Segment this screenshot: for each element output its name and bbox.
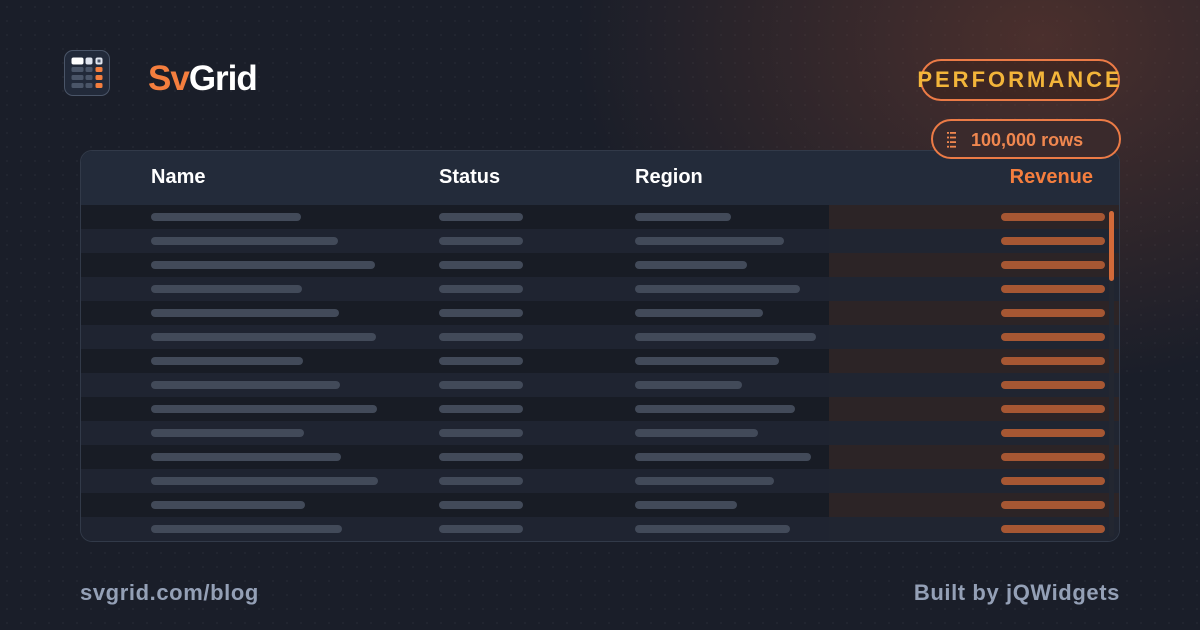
region-placeholder <box>635 237 784 245</box>
revenue-placeholder <box>1001 213 1105 221</box>
data-grid: Name Status Region Revenue <box>80 150 1120 542</box>
table-row[interactable] <box>81 229 1119 253</box>
name-placeholder <box>151 309 339 317</box>
table-row[interactable] <box>81 325 1119 349</box>
region-placeholder <box>635 477 774 485</box>
table-row[interactable] <box>81 445 1119 469</box>
status-placeholder <box>439 357 523 365</box>
table-row[interactable] <box>81 469 1119 493</box>
table-row[interactable] <box>81 397 1119 421</box>
table-row[interactable] <box>81 301 1119 325</box>
status-placeholder <box>439 381 523 389</box>
footer-link[interactable]: svgrid.com/blog <box>80 580 259 606</box>
status-placeholder <box>439 237 523 245</box>
performance-badge: PERFORMANCE <box>917 59 1120 101</box>
table-row[interactable] <box>81 493 1119 517</box>
column-header-region[interactable]: Region <box>635 166 703 189</box>
region-placeholder <box>635 357 779 365</box>
region-placeholder <box>635 525 790 533</box>
region-placeholder <box>635 213 731 221</box>
table-row[interactable] <box>81 517 1119 541</box>
column-header-status[interactable]: Status <box>439 166 500 189</box>
status-placeholder <box>439 429 523 437</box>
status-placeholder <box>439 525 523 533</box>
revenue-placeholder <box>1001 429 1105 437</box>
revenue-placeholder <box>1001 309 1105 317</box>
region-placeholder <box>635 501 737 509</box>
revenue-placeholder <box>1001 333 1105 341</box>
region-placeholder <box>635 261 747 269</box>
region-placeholder <box>635 453 811 461</box>
name-placeholder <box>151 429 304 437</box>
region-placeholder <box>635 405 795 413</box>
region-placeholder <box>635 381 742 389</box>
brand-wordmark: SvGrid <box>148 59 258 99</box>
revenue-placeholder <box>1001 285 1105 293</box>
name-placeholder <box>151 285 302 293</box>
status-placeholder <box>439 261 523 269</box>
name-placeholder <box>151 477 378 485</box>
rows-list-icon <box>947 132 957 153</box>
name-placeholder <box>151 453 341 461</box>
status-placeholder <box>439 309 523 317</box>
region-placeholder <box>635 429 758 437</box>
row-count-label: 100,000 rows <box>971 130 1084 150</box>
name-placeholder <box>151 213 301 221</box>
column-header-revenue[interactable]: Revenue <box>1010 166 1093 189</box>
table-row[interactable] <box>81 253 1119 277</box>
region-placeholder <box>635 309 763 317</box>
status-placeholder <box>439 285 523 293</box>
name-placeholder <box>151 525 342 533</box>
status-placeholder <box>439 333 523 341</box>
row-count-badge: 100,000 rows <box>931 119 1121 159</box>
table-row[interactable] <box>81 373 1119 397</box>
name-placeholder <box>151 357 303 365</box>
revenue-placeholder <box>1001 453 1105 461</box>
table-row[interactable] <box>81 349 1119 373</box>
status-placeholder <box>439 477 523 485</box>
grid-header: Name Status Region Revenue <box>81 151 1119 205</box>
region-placeholder <box>635 285 800 293</box>
status-placeholder <box>439 501 523 509</box>
name-placeholder <box>151 405 377 413</box>
brand-prefix: Sv <box>148 59 190 98</box>
status-placeholder <box>439 213 523 221</box>
status-placeholder <box>439 405 523 413</box>
name-placeholder <box>151 501 305 509</box>
revenue-placeholder <box>1001 501 1105 509</box>
grid-logo-icon <box>64 50 110 96</box>
revenue-placeholder <box>1001 357 1105 365</box>
revenue-placeholder <box>1001 525 1105 533</box>
revenue-placeholder <box>1001 405 1105 413</box>
name-placeholder <box>151 333 376 341</box>
column-header-name[interactable]: Name <box>151 166 205 189</box>
name-placeholder <box>151 261 375 269</box>
revenue-placeholder <box>1001 237 1105 245</box>
revenue-placeholder <box>1001 261 1105 269</box>
scrollbar-thumb[interactable] <box>1109 211 1114 281</box>
region-placeholder <box>635 333 816 341</box>
table-row[interactable] <box>81 421 1119 445</box>
status-placeholder <box>439 453 523 461</box>
revenue-placeholder <box>1001 477 1105 485</box>
table-row[interactable] <box>81 277 1119 301</box>
name-placeholder <box>151 381 340 389</box>
name-placeholder <box>151 237 338 245</box>
footer-credit: Built by jQWidgets <box>913 580 1120 605</box>
brand-suffix: Grid <box>188 59 258 98</box>
revenue-placeholder <box>1001 381 1105 389</box>
table-row[interactable] <box>81 205 1119 229</box>
